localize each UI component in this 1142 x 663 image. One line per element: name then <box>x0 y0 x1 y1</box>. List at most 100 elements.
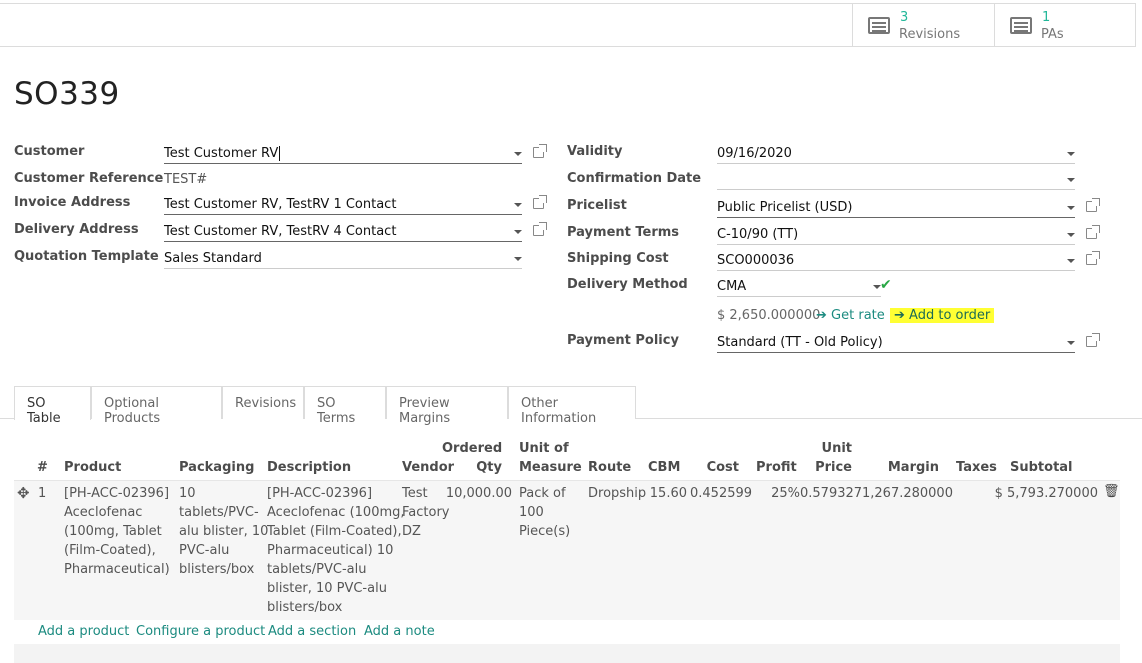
packaging-line: PVC-alu <box>179 543 230 558</box>
delivery-method-field[interactable]: CMA <box>717 277 881 297</box>
external-link-icon[interactable] <box>1086 198 1100 212</box>
customer-label: Customer <box>14 144 85 159</box>
product-line: (Film-Coated), <box>64 543 156 558</box>
get-rate-label: Get rate <box>831 308 885 323</box>
row-margin[interactable]: 1,267.280000 <box>862 484 953 503</box>
chevron-down-icon[interactable] <box>514 152 522 156</box>
col-header-ordered[interactable]: Ordered <box>442 439 502 458</box>
tab-optional-products[interactable]: Optional Products <box>91 386 222 426</box>
external-link-icon[interactable] <box>1086 333 1100 347</box>
col-header-unit-of[interactable]: Unit of <box>519 439 569 458</box>
col-header-qty[interactable]: Qty <box>442 458 502 477</box>
customer-reference-value: TEST# <box>164 172 208 187</box>
chevron-down-icon[interactable] <box>1067 178 1075 182</box>
tab-so-terms[interactable]: SO Terms <box>304 386 386 426</box>
chevron-down-icon[interactable] <box>1067 152 1075 156</box>
col-header-packaging[interactable]: Packaging <box>179 458 254 477</box>
row-product[interactable]: [PH-ACC-02396] Aceclofenac (100mg, Table… <box>64 484 170 579</box>
revisions-label: Revisions <box>899 27 961 42</box>
col-header-profit[interactable]: Profit <box>756 458 797 477</box>
chevron-down-icon[interactable] <box>1067 259 1075 263</box>
description-line: Aceclofenac (100mg, <box>267 505 405 520</box>
revisions-button[interactable]: 3 Revisions <box>852 4 994 47</box>
external-link-icon[interactable] <box>533 222 547 236</box>
payment-terms-label: Payment Terms <box>567 225 680 240</box>
description-line: blister, 10 PVC-alu <box>267 581 387 596</box>
col-header-num[interactable]: # <box>37 458 48 477</box>
tab-preview-margins[interactable]: Preview Margins <box>386 386 508 426</box>
chevron-down-icon[interactable] <box>1067 233 1075 237</box>
description-line: blisters/box <box>267 600 343 615</box>
chevron-down-icon[interactable] <box>514 230 522 234</box>
chevron-down-icon[interactable] <box>514 257 522 261</box>
quotation-template-label: Quotation Template <box>14 249 159 264</box>
row-description[interactable]: [PH-ACC-02396] Aceclofenac (100mg, Table… <box>267 484 405 617</box>
delivery-address-value: Test Customer RV, TestRV 4 Contact <box>164 224 397 239</box>
col-header-price[interactable]: Price <box>800 458 852 477</box>
pricelist-field[interactable]: Public Pricelist (USD) <box>717 198 1075 218</box>
tab-revisions[interactable]: Revisions <box>222 386 304 419</box>
add-note-link[interactable]: Add a note <box>364 624 435 639</box>
external-link-icon[interactable] <box>533 144 547 158</box>
configure-product-link[interactable]: Configure a product <box>136 624 265 639</box>
chevron-down-icon[interactable] <box>1067 341 1075 345</box>
get-rate-button[interactable]: ➔ Get rate <box>816 308 885 323</box>
col-header-product[interactable]: Product <box>64 458 121 477</box>
row-route[interactable]: Dropship <box>588 484 646 503</box>
col-header-measure[interactable]: Measure <box>519 458 582 477</box>
row-uom[interactable]: Pack of 100 Piece(s) <box>519 484 570 541</box>
notebook-tabs: SO Table Optional Products Revisions SO … <box>0 386 1142 426</box>
customer-reference-field[interactable]: TEST# <box>164 170 522 190</box>
customer-field[interactable]: Test Customer RV <box>164 144 522 164</box>
uom-line: Pack of <box>519 486 566 501</box>
product-line: Pharmaceutical) <box>64 562 170 577</box>
confirmation-date-field[interactable] <box>717 170 1075 190</box>
add-to-order-button[interactable]: ➔ Add to order <box>890 308 995 323</box>
revisions-count: 3 <box>900 10 909 25</box>
row-packaging[interactable]: 10 tablets/PVC- alu blister, 10 PVC-alu … <box>179 484 268 579</box>
tab-so-table[interactable]: SO Table <box>14 386 91 426</box>
quotation-template-field[interactable]: Sales Standard <box>164 249 522 269</box>
drag-handle-icon[interactable]: ✥ <box>17 484 30 502</box>
external-link-icon[interactable] <box>1086 225 1100 239</box>
customer-value: Test Customer RV <box>164 146 279 161</box>
shipping-cost-field[interactable]: SCO000036 <box>717 251 1075 271</box>
col-header-margin[interactable]: Margin <box>870 458 939 477</box>
row-profit[interactable]: 25% <box>760 484 800 503</box>
chevron-down-icon[interactable] <box>514 203 522 207</box>
trash-icon[interactable]: 🗑 <box>1103 484 1120 499</box>
invoice-address-value: Test Customer RV, TestRV 1 Contact <box>164 197 397 212</box>
payment-terms-value: C-10/90 (TT) <box>717 227 799 242</box>
delivery-address-field[interactable]: Test Customer RV, TestRV 4 Contact <box>164 222 522 242</box>
delivery-method-label: Delivery Method <box>567 277 688 292</box>
col-header-unit[interactable]: Unit <box>800 439 852 458</box>
col-header-cost[interactable]: Cost <box>690 458 739 477</box>
row-cost[interactable]: 0.452599 <box>690 484 752 503</box>
payment-policy-value: Standard (TT - Old Policy) <box>717 335 883 350</box>
row-ordered-qty[interactable]: 10,000.00 <box>440 484 512 503</box>
product-line: (100mg, Tablet <box>64 524 162 539</box>
payment-policy-field[interactable]: Standard (TT - Old Policy) <box>717 333 1075 353</box>
col-header-route[interactable]: Route <box>588 458 631 477</box>
row-cbm[interactable]: 15.60 <box>645 484 687 503</box>
add-section-link[interactable]: Add a section <box>268 624 356 639</box>
col-header-cbm[interactable]: CBM <box>648 458 680 477</box>
invoice-address-field[interactable]: Test Customer RV, TestRV 1 Contact <box>164 195 522 215</box>
chevron-down-icon[interactable] <box>1067 206 1075 210</box>
customer-reference-label: Customer Reference <box>14 171 164 186</box>
tab-other-information[interactable]: Other Information <box>508 386 636 426</box>
description-line: tablets/PVC-alu <box>267 562 367 577</box>
col-header-description[interactable]: Description <box>267 458 351 477</box>
pas-button[interactable]: 1 PAs <box>994 4 1136 47</box>
col-header-subtotal[interactable]: Subtotal <box>1010 458 1073 477</box>
external-link-icon[interactable] <box>533 195 547 209</box>
add-product-link[interactable]: Add a product <box>38 624 129 639</box>
row-unit-price[interactable]: 0.579327 <box>800 484 862 503</box>
uom-line: 100 <box>519 505 544 520</box>
payment-terms-field[interactable]: C-10/90 (TT) <box>717 225 1075 245</box>
external-link-icon[interactable] <box>1086 251 1100 265</box>
col-header-taxes[interactable]: Taxes <box>956 458 997 477</box>
record-title: SO339 <box>14 76 120 112</box>
uom-line: Piece(s) <box>519 524 571 539</box>
validity-field[interactable]: 09/16/2020 <box>717 144 1075 164</box>
